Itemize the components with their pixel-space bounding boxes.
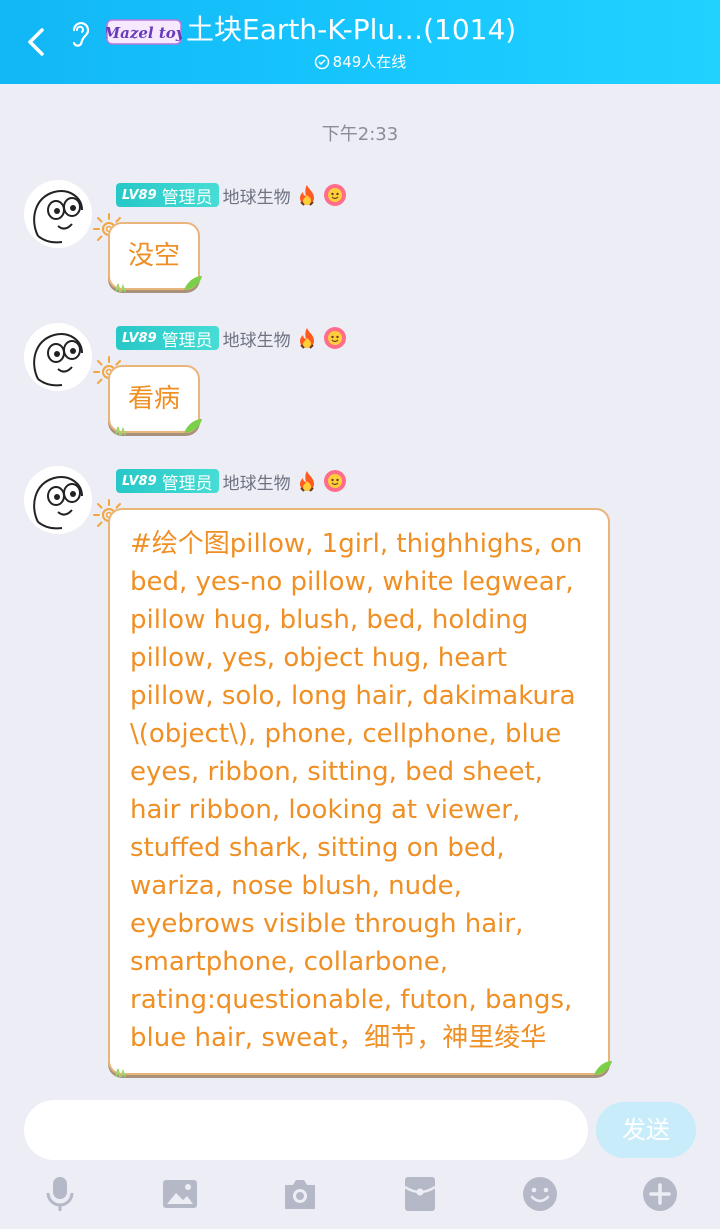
emoji-icon[interactable] <box>521 1175 559 1213</box>
send-button[interactable]: 发送 <box>596 1102 696 1158</box>
leaf-icon <box>184 419 203 433</box>
sender-meta: LV89 管理员 地球生物 <box>116 325 347 351</box>
fire-icon <box>299 185 314 206</box>
chat-header: Mazel toy 土块Earth-K-Plu…(1014) 849人在线 <box>0 0 720 84</box>
message-text: 没空 <box>128 241 181 271</box>
online-count: 849人在线 <box>0 52 720 72</box>
message-bubble[interactable]: 看病 <box>108 365 203 435</box>
timestamp: 下午2:33 <box>321 124 399 145</box>
sender-name[interactable]: 地球生物 <box>223 469 291 494</box>
role-label: 管理员 <box>161 473 213 494</box>
message-text: #绘个图pillow, 1girl, thighhighs, on bed, y… <box>130 529 583 1053</box>
grass-icon <box>115 1068 126 1077</box>
leaf-icon <box>594 1061 612 1075</box>
page-title[interactable]: 土块Earth-K-Plu…(1014) <box>186 10 516 50</box>
sender-name[interactable]: 地球生物 <box>223 326 291 351</box>
fire-icon <box>299 471 314 492</box>
message-bubble[interactable]: 没空 <box>108 222 203 292</box>
avatar[interactable] <box>24 323 92 391</box>
role-label: 管理员 <box>161 330 213 351</box>
message-input[interactable] <box>24 1100 588 1160</box>
avatar[interactable] <box>24 466 92 534</box>
red-packet-icon[interactable] <box>401 1175 439 1213</box>
message-text: 看病 <box>128 384 181 414</box>
group-logo: Mazel toy <box>106 19 182 45</box>
admin-badge: LV89 管理员 <box>116 183 219 208</box>
sender-name[interactable]: 地球生物 <box>223 183 291 208</box>
level-label: LV89 <box>122 187 157 203</box>
ear-icon[interactable] <box>66 18 94 50</box>
microphone-icon[interactable] <box>41 1175 79 1213</box>
message: LV89 管理员 地球生物 没空 <box>0 180 720 292</box>
leaf-icon <box>184 276 203 290</box>
level-label: LV89 <box>122 330 157 346</box>
online-count-label: 849人在线 <box>332 53 407 71</box>
message-bubble[interactable]: #绘个图pillow, 1girl, thighhighs, on bed, y… <box>108 508 612 1077</box>
sender-meta: LV89 管理员 地球生物 <box>116 468 347 494</box>
grass-icon <box>115 283 126 292</box>
sender-meta: LV89 管理员 地球生物 <box>116 182 347 208</box>
avatar[interactable] <box>24 180 92 248</box>
svg-text:Mazel toy: Mazel toy <box>106 24 182 42</box>
image-icon[interactable] <box>161 1175 199 1213</box>
camera-icon[interactable] <box>281 1175 319 1213</box>
online-icon <box>314 54 329 70</box>
flower-icon <box>323 184 346 206</box>
message: LV89 管理员 地球生物 #绘个图pillow, 1girl, thighhi… <box>0 466 720 1077</box>
role-label: 管理员 <box>161 187 213 208</box>
admin-badge: LV89 管理员 <box>116 326 219 351</box>
level-label: LV89 <box>122 473 157 489</box>
flower-icon <box>323 470 346 492</box>
grass-icon <box>115 426 126 435</box>
flower-icon <box>323 327 346 349</box>
message: LV89 管理员 地球生物 看病 <box>0 323 720 435</box>
admin-badge: LV89 管理员 <box>116 469 219 494</box>
fire-icon <box>299 328 314 349</box>
plus-icon[interactable] <box>641 1175 679 1213</box>
